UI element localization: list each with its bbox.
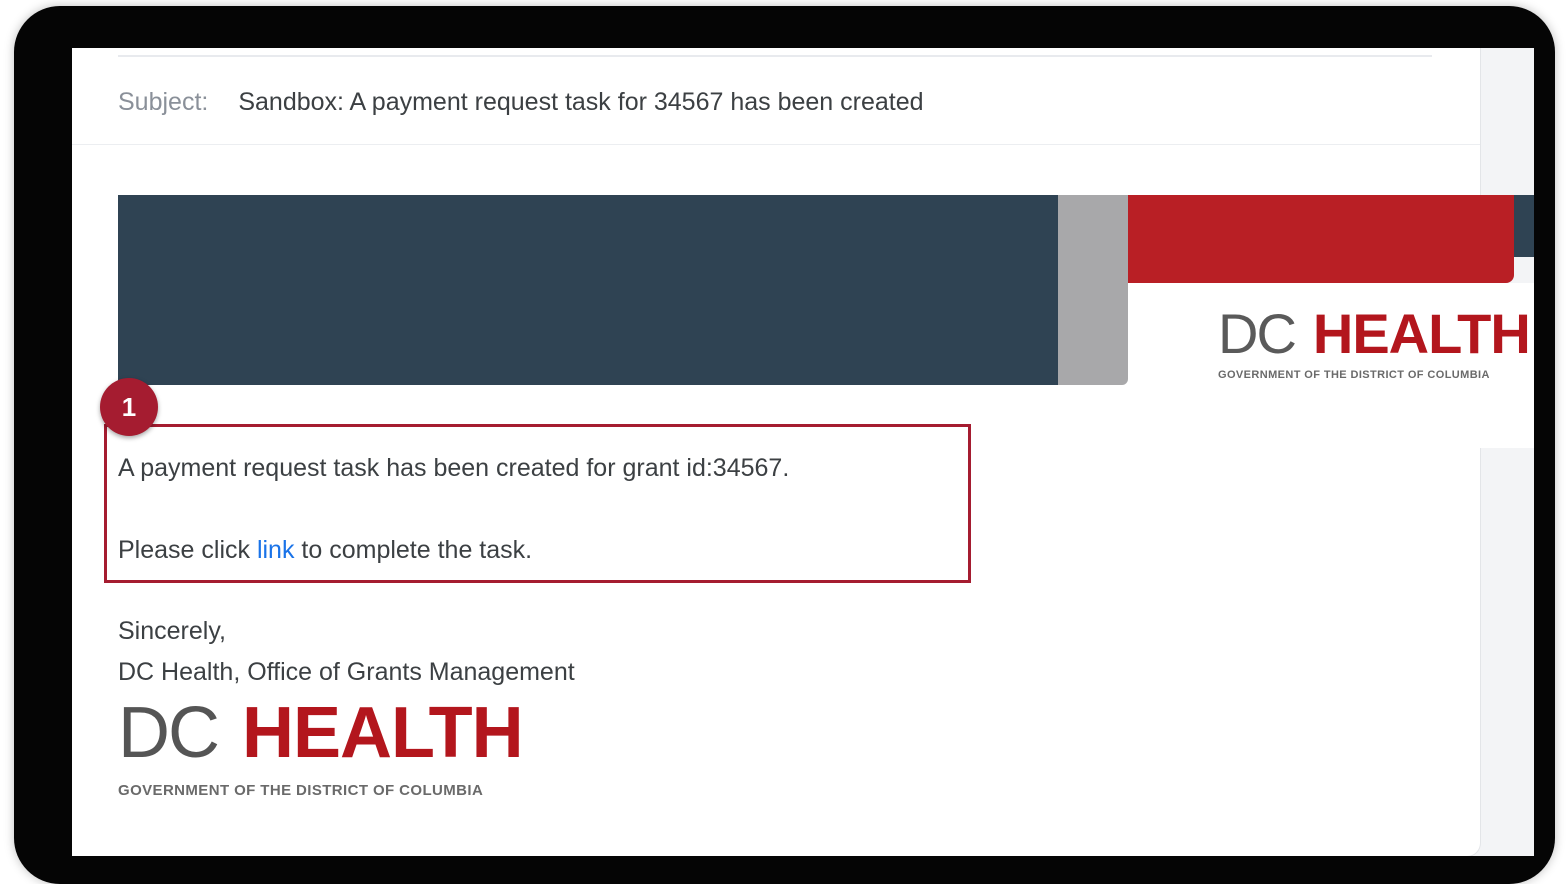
dc-health-logo: DC HEALTH GOVERNMENT OF THE DISTRICT OF …	[118, 692, 524, 799]
task-link[interactable]: link	[257, 536, 295, 564]
divider	[118, 55, 1432, 57]
email-card: Subject: Sandbox: A payment request task …	[72, 48, 1534, 856]
subject-label: Subject:	[118, 88, 209, 116]
dc-health-logo: DC HEALTH GOVERNMENT OF THE DISTRICT OF …	[1218, 302, 1531, 382]
callout-number-badge: 1	[100, 378, 158, 436]
subject-text: Sandbox: A payment request task for 3456…	[238, 88, 924, 116]
banner-gray-block	[1058, 195, 1128, 385]
email-viewer: Subject: Sandbox: A payment request task …	[72, 48, 1534, 856]
logo-dc: DC	[1218, 302, 1297, 365]
body-line-2-suffix: to complete the task.	[294, 536, 533, 564]
banner-navy-edge	[1514, 195, 1534, 257]
device-frame: Subject: Sandbox: A payment request task …	[14, 6, 1555, 884]
signature-text: DC Health, Office of Grants Management	[118, 658, 575, 686]
body-line-1: A payment request task has been created …	[118, 454, 790, 482]
banner-red-block	[1128, 195, 1514, 283]
logo-health: HEALTH	[242, 693, 524, 773]
closing-text: Sincerely,	[118, 617, 226, 645]
body-line-2-prefix: Please click	[118, 536, 257, 564]
logo-tagline: GOVERNMENT OF THE DISTRICT OF COLUMBIA	[118, 782, 484, 799]
body-line-2: Please click link to complete the task.	[118, 534, 532, 566]
divider	[72, 144, 1480, 145]
logo-tagline: GOVERNMENT OF THE DISTRICT OF COLUMBIA	[1218, 369, 1490, 381]
banner-navy-block	[118, 195, 1060, 385]
logo-dc: DC	[118, 693, 220, 773]
subject-row: Subject: Sandbox: A payment request task …	[118, 86, 924, 118]
logo-health: HEALTH	[1312, 302, 1531, 365]
